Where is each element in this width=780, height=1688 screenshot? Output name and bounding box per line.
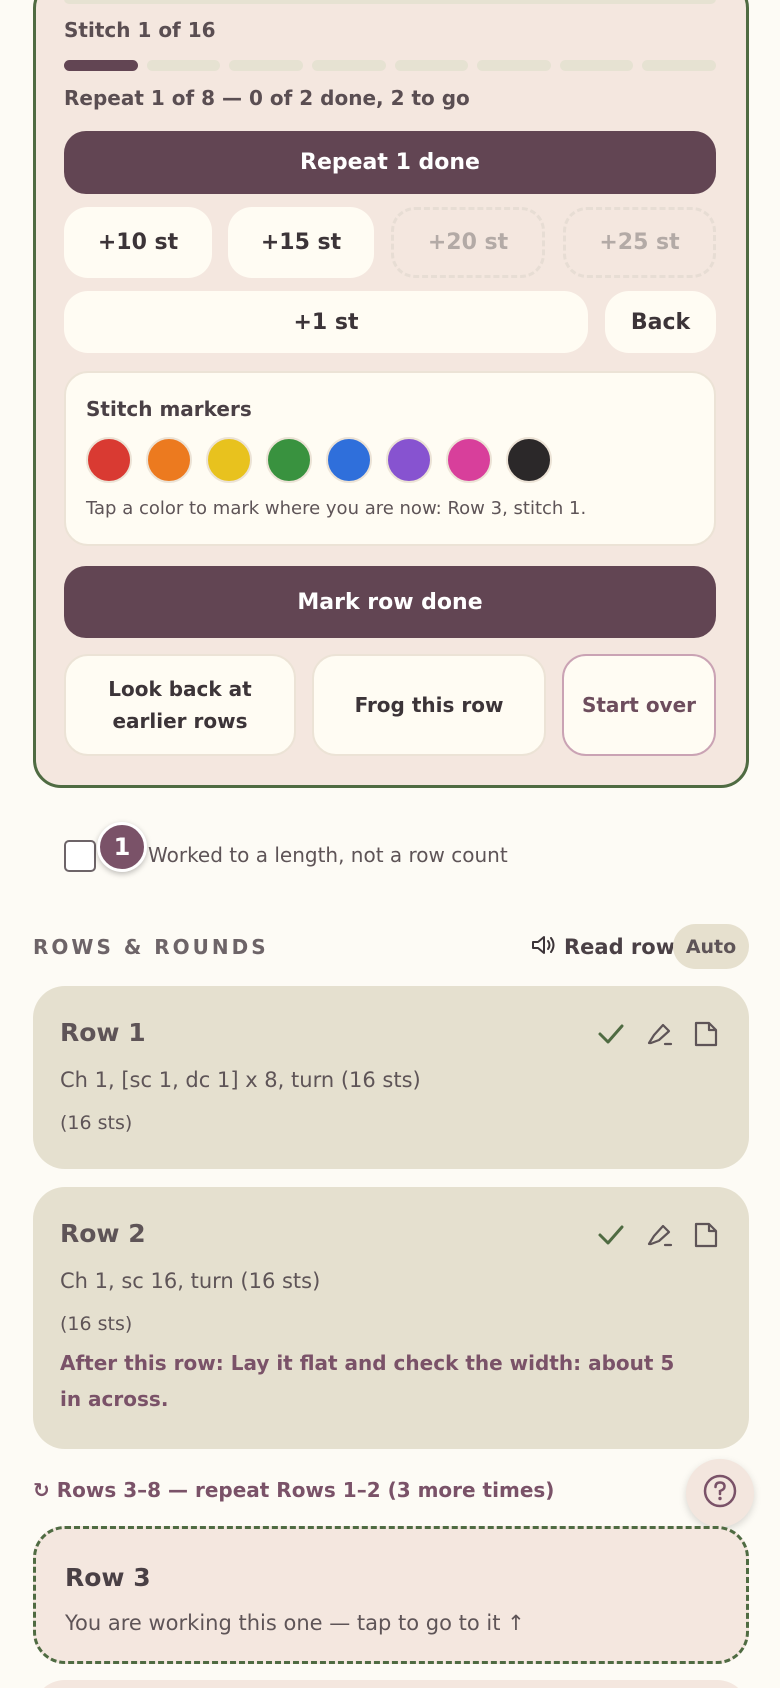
progress-segment bbox=[394, 60, 469, 71]
row-card[interactable]: Row 2 Ch 1, sc 16, turn (16 sts) (16 sts… bbox=[33, 1187, 749, 1449]
repeat-done-button[interactable]: Repeat 1 done bbox=[64, 131, 716, 194]
auto-read-toggle[interactable]: Auto bbox=[673, 924, 749, 969]
read-row-label: Read row bbox=[564, 935, 676, 959]
length-mode-checkbox[interactable] bbox=[64, 840, 96, 872]
check-icon[interactable] bbox=[597, 1022, 625, 1046]
row-title: Row 2 bbox=[60, 1219, 146, 1248]
stitch-counter-label: Stitch 1 of 16 bbox=[64, 18, 216, 42]
progress-segment bbox=[146, 60, 221, 71]
back-button[interactable]: Back bbox=[605, 291, 716, 353]
mark-row-done-button[interactable]: Mark row done bbox=[64, 566, 716, 638]
question-icon bbox=[702, 1473, 738, 1513]
speaker-icon bbox=[530, 933, 556, 961]
row-actions bbox=[597, 1020, 719, 1048]
rows-section-title: ROWS & ROUNDS bbox=[33, 935, 269, 959]
progress-segment bbox=[311, 60, 386, 71]
marker-swatch-blue[interactable] bbox=[326, 437, 372, 483]
plus-20-stitches-button[interactable]: +20 st bbox=[391, 207, 545, 278]
row-card[interactable]: Row 1 Ch 1, [sc 1, dc 1] x 8, turn (16 s… bbox=[33, 986, 749, 1169]
note-icon[interactable] bbox=[693, 1020, 719, 1048]
look-back-button[interactable]: Look back at earlier rows bbox=[64, 654, 296, 756]
plus-10-stitches-button[interactable]: +10 st bbox=[64, 207, 212, 278]
stitch-markers-title: Stitch markers bbox=[86, 397, 252, 421]
row-stitch-count: (16 sts) bbox=[60, 1313, 133, 1335]
row-note: After this row: Lay it flat and check th… bbox=[60, 1351, 675, 1411]
marker-swatch-green[interactable] bbox=[266, 437, 312, 483]
progress-segment bbox=[229, 60, 303, 71]
marker-swatch-yellow[interactable] bbox=[206, 437, 252, 483]
next-row-card[interactable] bbox=[33, 1680, 749, 1688]
length-mode-label[interactable]: Worked to a length, not a row count bbox=[148, 843, 508, 867]
frog-row-button[interactable]: Frog this row bbox=[312, 654, 546, 756]
marker-swatch-pink[interactable] bbox=[446, 437, 492, 483]
highlighter-icon[interactable] bbox=[645, 1021, 673, 1047]
progress-segment bbox=[559, 60, 634, 71]
progress-segment bbox=[642, 60, 716, 71]
row-instruction: Ch 1, [sc 1, dc 1] x 8, turn (16 sts) bbox=[60, 1068, 421, 1092]
stitch-markers-card: Stitch markers Tap a color to mark where… bbox=[64, 371, 716, 546]
marker-swatch-red[interactable] bbox=[86, 437, 132, 483]
row-instruction: Ch 1, sc 16, turn (16 sts) bbox=[60, 1269, 321, 1293]
row-actions bbox=[597, 1221, 719, 1249]
highlighter-icon[interactable] bbox=[645, 1222, 673, 1248]
top-progress-track bbox=[64, 0, 716, 4]
start-over-button[interactable]: Start over bbox=[562, 654, 716, 756]
marker-swatch-purple[interactable] bbox=[386, 437, 432, 483]
tour-step-badge[interactable]: 1 bbox=[97, 822, 147, 872]
plus-25-stitches-button[interactable]: +25 st bbox=[563, 207, 716, 278]
help-button[interactable] bbox=[686, 1459, 754, 1527]
plus-1-stitch-button[interactable]: +1 st bbox=[64, 291, 588, 353]
repeat-status-label: Repeat 1 of 8 — 0 of 2 done, 2 to go bbox=[64, 86, 470, 110]
plus-15-stitches-button[interactable]: +15 st bbox=[228, 207, 374, 278]
marker-color-swatches bbox=[86, 437, 552, 483]
progress-segment bbox=[477, 60, 551, 71]
note-icon[interactable] bbox=[693, 1221, 719, 1249]
marker-swatch-black[interactable] bbox=[506, 437, 552, 483]
read-row-button[interactable]: Read row bbox=[530, 933, 675, 961]
repeat-progress-segments bbox=[64, 60, 716, 71]
marker-swatch-orange[interactable] bbox=[146, 437, 192, 483]
check-icon[interactable] bbox=[597, 1223, 625, 1247]
row-stitch-count: (16 sts) bbox=[60, 1112, 133, 1134]
repeat-rows-note: ↻ Rows 3–8 — repeat Rows 1–2 (3 more tim… bbox=[33, 1478, 555, 1502]
current-row-title: Row 3 bbox=[65, 1563, 151, 1592]
progress-segment bbox=[64, 60, 138, 71]
current-row-hint: You are working this one — tap to go to … bbox=[65, 1611, 525, 1635]
current-row-card[interactable]: Row 3 You are working this one — tap to … bbox=[33, 1526, 749, 1664]
row-title: Row 1 bbox=[60, 1018, 146, 1047]
stitch-markers-hint: Tap a color to mark where you are now: R… bbox=[86, 498, 587, 519]
